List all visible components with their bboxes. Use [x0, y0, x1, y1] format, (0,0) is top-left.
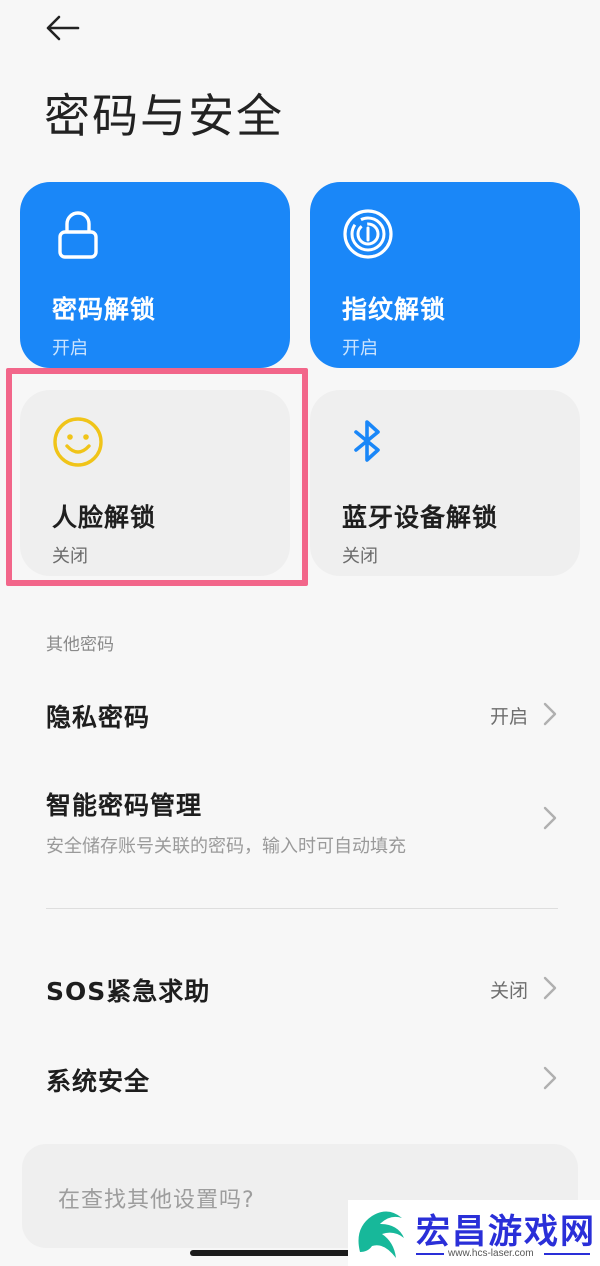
back-button[interactable]	[44, 10, 88, 46]
highlight-annotation-box	[6, 368, 308, 586]
dragon-logo-icon	[358, 1211, 404, 1258]
watermark-title: 宏昌游戏网	[416, 1212, 596, 1252]
row-label: 智能密码管理	[46, 791, 203, 820]
watermark-url: www.hcs-laser.com	[448, 1248, 534, 1259]
section-header-other-passwords: 其他密码	[46, 635, 114, 655]
chevron-right-icon	[543, 1066, 557, 1090]
row-label: 隐私密码	[46, 703, 151, 732]
row-label: 系统安全	[46, 1067, 151, 1096]
lock-icon	[58, 211, 98, 259]
fingerprint-unlock-tile[interactable]: 指纹解锁 开启	[310, 182, 580, 368]
chevron-right-icon	[543, 806, 557, 830]
watermark-rule	[544, 1253, 590, 1255]
page-title: 密码与安全	[44, 89, 284, 143]
privacy-password-row[interactable]: 隐私密码 开启	[46, 698, 558, 738]
tile-label: 指纹解锁	[342, 295, 447, 324]
search-placeholder: 在查找其他设置吗?	[58, 1188, 255, 1213]
row-value: 关闭	[489, 980, 528, 1002]
row-label: SOS紧急求助	[46, 977, 211, 1006]
sos-emergency-row[interactable]: SOS紧急求助 关闭	[46, 972, 558, 1012]
fingerprint-icon	[343, 209, 393, 259]
tile-status: 关闭	[342, 546, 378, 567]
bluetooth-unlock-tile[interactable]: 蓝牙设备解锁 关闭	[310, 390, 580, 576]
system-security-row[interactable]: 系统安全	[46, 1062, 558, 1102]
chevron-right-icon	[543, 702, 557, 726]
password-unlock-tile[interactable]: 密码解锁 开启	[20, 182, 290, 368]
bluetooth-icon	[354, 420, 380, 462]
row-subtitle: 安全储存账号关联的密码，输入时可自动填充	[46, 836, 406, 857]
chevron-right-icon	[543, 976, 557, 1000]
tile-label: 蓝牙设备解锁	[342, 503, 499, 532]
tile-label: 密码解锁	[52, 295, 157, 324]
watermark-rule	[416, 1253, 444, 1255]
tile-status: 开启	[342, 338, 378, 359]
smart-password-manager-row[interactable]: 智能密码管理 安全储存账号关联的密码，输入时可自动填充	[46, 786, 558, 857]
row-value: 开启	[489, 706, 528, 728]
arrow-left-icon	[46, 15, 80, 41]
section-divider	[46, 908, 558, 909]
watermark: 宏昌游戏网 www.hcs-laser.com	[348, 1200, 600, 1266]
tile-status: 开启	[52, 338, 88, 359]
